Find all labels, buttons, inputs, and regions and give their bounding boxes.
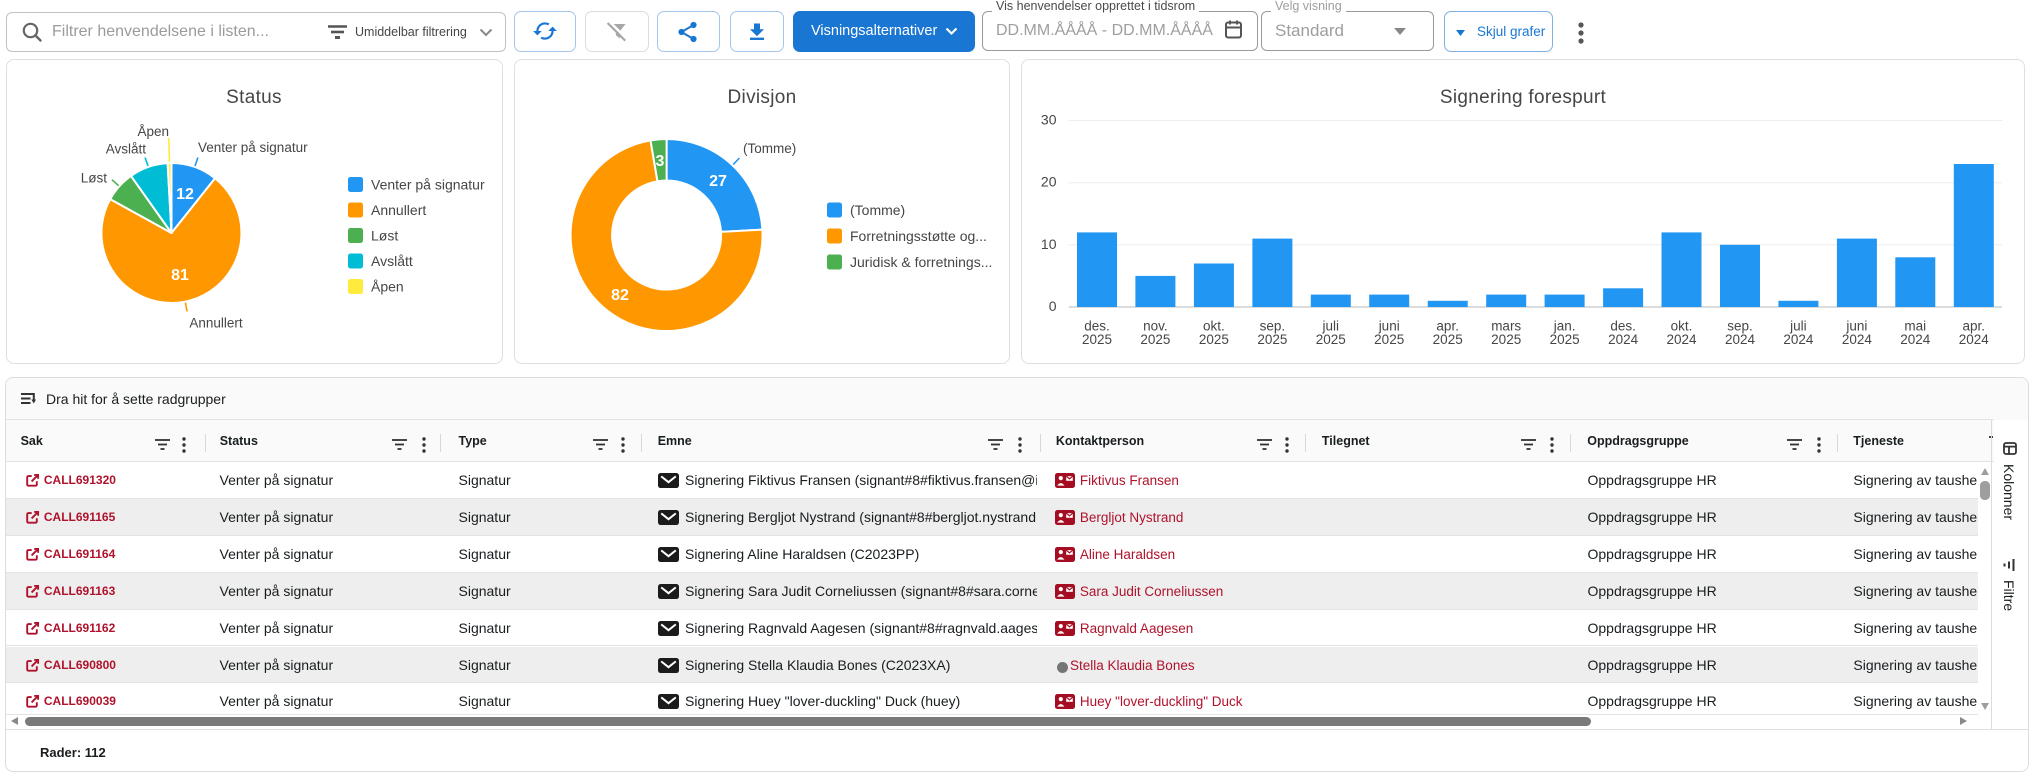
svg-text:Forretningsstøtte og...: Forretningsstøtte og... [850,228,987,244]
svg-text:2024: 2024 [1783,332,1814,347]
svg-text:(Tomme): (Tomme) [850,202,905,218]
svg-text:2025: 2025 [1082,332,1112,347]
svg-text:81: 81 [171,267,189,284]
svg-text:Juridisk & forretnings...: Juridisk & forretnings... [850,254,992,270]
svg-text:0: 0 [1049,298,1057,314]
svg-text:2024: 2024 [1900,332,1931,347]
svg-text:Løst: Løst [371,228,398,244]
svg-text:10: 10 [1041,236,1057,252]
svg-text:Åpen: Åpen [371,279,404,295]
svg-text:Venter på signatur: Venter på signatur [371,177,485,193]
svg-text:Divisjon: Divisjon [728,87,797,108]
svg-text:2024: 2024 [1959,332,1990,347]
svg-text:Annullert: Annullert [189,316,243,331]
svg-text:27: 27 [709,173,727,190]
svg-text:Åpen: Åpen [137,124,169,139]
svg-text:Signering forespurt: Signering forespurt [1440,87,1607,108]
svg-text:12: 12 [176,186,194,203]
svg-text:Status: Status [226,87,282,108]
svg-text:3: 3 [656,153,665,170]
svg-text:(Tomme): (Tomme) [743,141,796,156]
svg-text:2025: 2025 [1433,332,1463,347]
svg-text:Annullert: Annullert [371,202,426,218]
svg-text:82: 82 [611,287,629,304]
svg-text:2024: 2024 [1666,332,1697,347]
svg-text:2024: 2024 [1725,332,1756,347]
svg-text:2025: 2025 [1491,332,1521,347]
svg-text:2024: 2024 [1842,332,1873,347]
svg-text:2025: 2025 [1316,332,1346,347]
svg-text:2025: 2025 [1140,332,1170,347]
svg-text:2025: 2025 [1550,332,1580,347]
svg-text:Avslått: Avslått [371,253,413,269]
svg-text:30: 30 [1041,112,1057,128]
svg-text:2025: 2025 [1257,332,1287,347]
svg-text:2025: 2025 [1374,332,1404,347]
svg-text:2025: 2025 [1199,332,1229,347]
svg-text:Venter på signatur: Venter på signatur [198,140,308,155]
svg-text:Løst: Løst [81,171,108,186]
svg-text:2024: 2024 [1608,332,1639,347]
svg-text:20: 20 [1041,174,1057,190]
svg-text:Avslått: Avslått [106,142,147,157]
